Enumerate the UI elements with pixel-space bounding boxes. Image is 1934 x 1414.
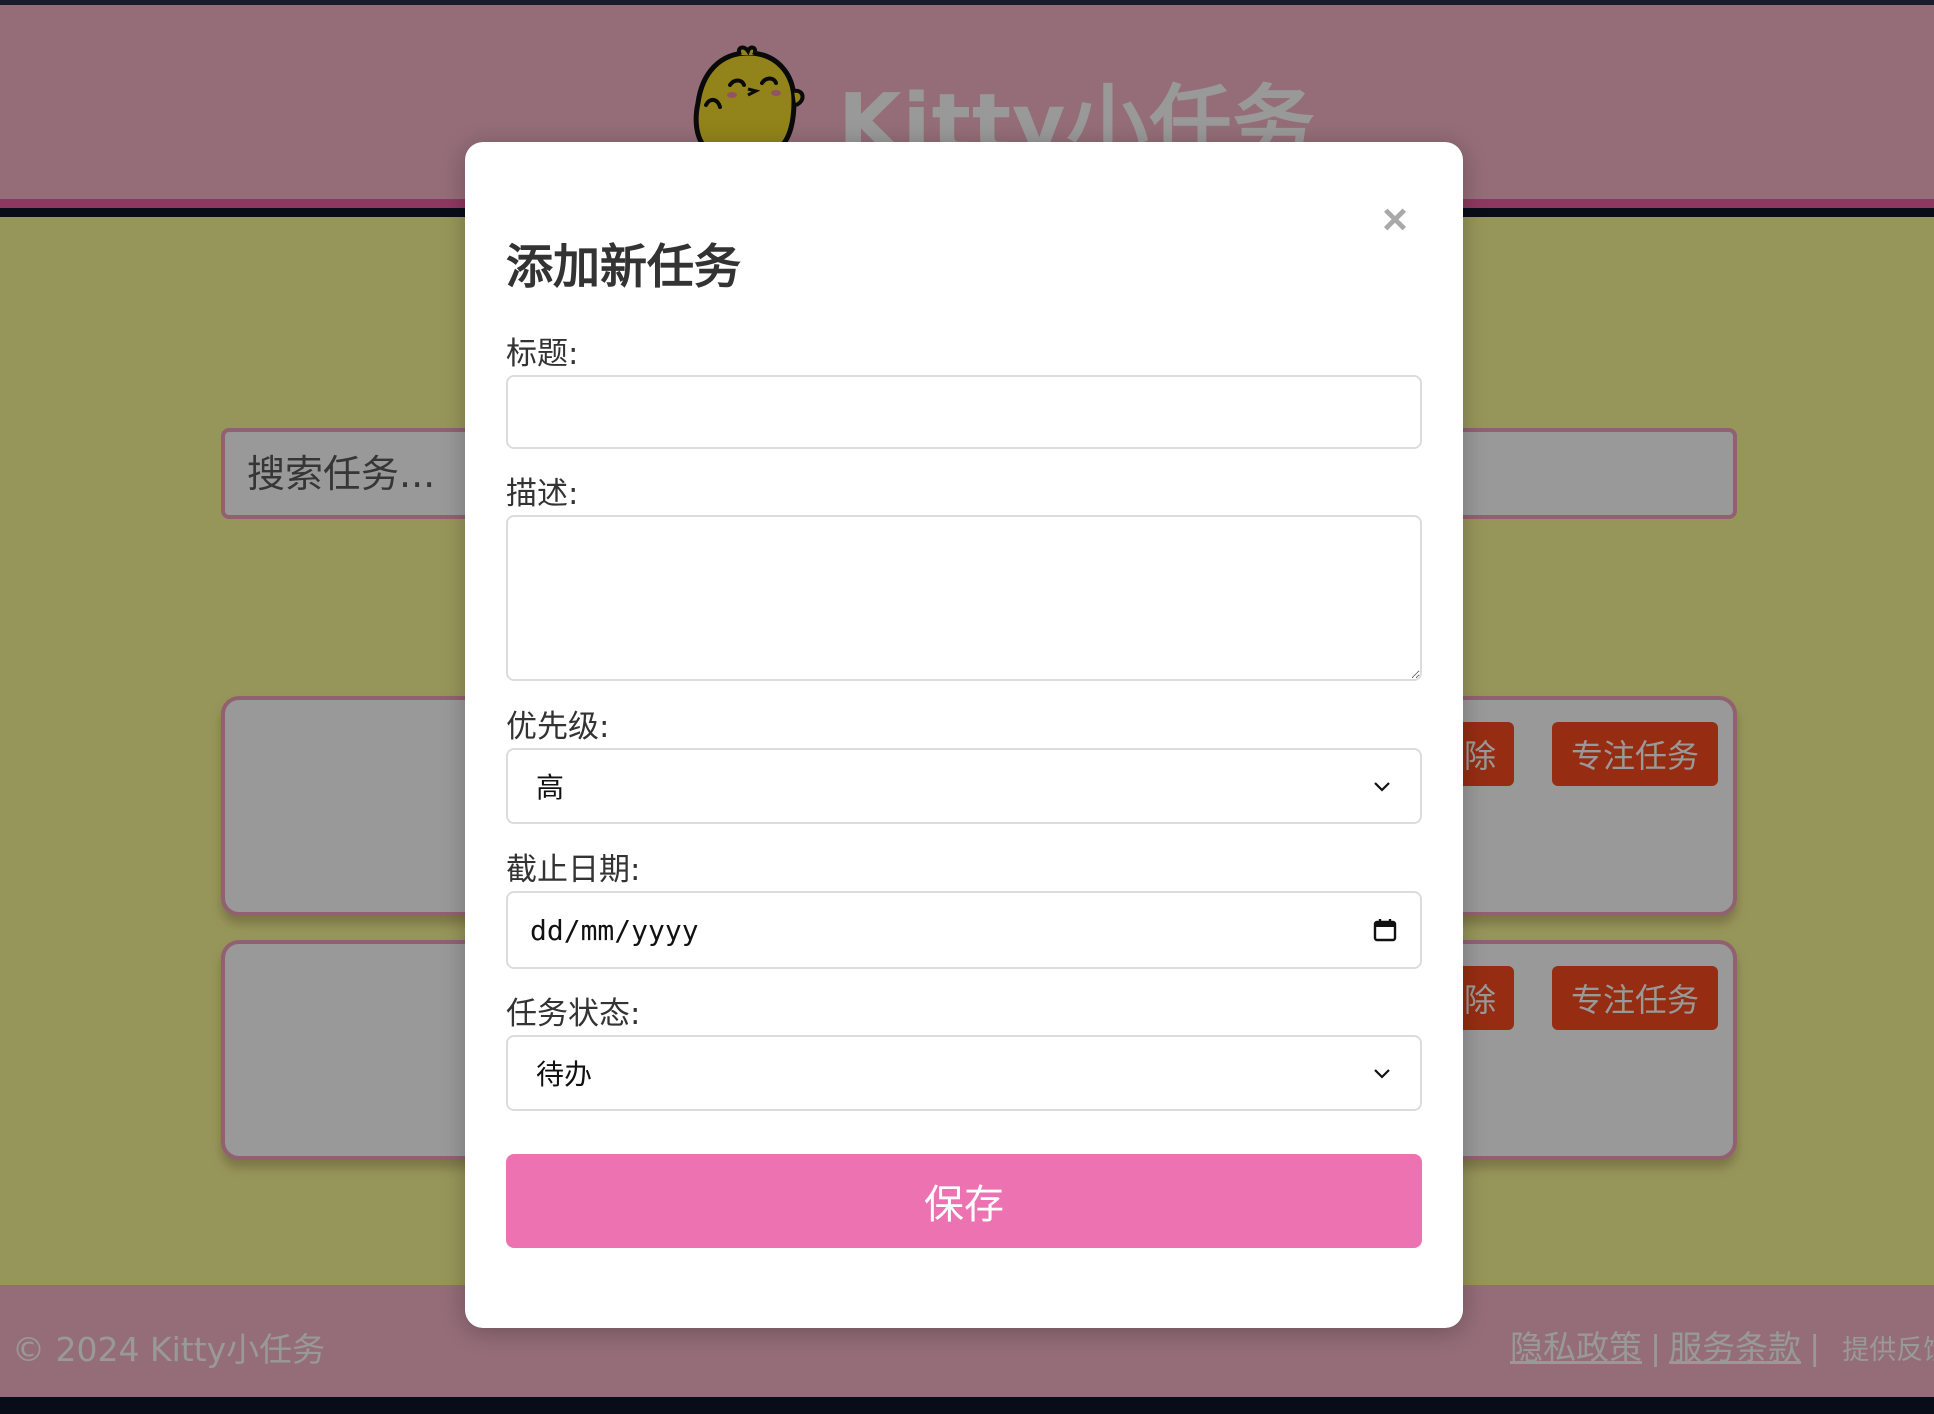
- description-label: 描述:: [506, 476, 579, 512]
- close-icon[interactable]: ×: [1375, 198, 1415, 242]
- title-label: 标题:: [506, 336, 579, 372]
- calendar-icon[interactable]: [1372, 917, 1398, 943]
- status-label: 任务状态:: [506, 996, 641, 1032]
- priority-selected-value: 高: [536, 771, 565, 804]
- priority-label: 优先级:: [506, 709, 610, 745]
- description-textarea[interactable]: [506, 515, 1422, 681]
- title-input[interactable]: [506, 375, 1422, 449]
- modal-title: 添加新任务: [506, 240, 741, 295]
- status-selected-value: 待办: [536, 1058, 593, 1091]
- status-select[interactable]: 待办: [506, 1035, 1422, 1111]
- priority-select[interactable]: 高: [506, 748, 1422, 824]
- save-button[interactable]: 保存: [506, 1154, 1422, 1248]
- due-date-placeholder: dd/mm/yyyy: [530, 913, 699, 947]
- due-date-input[interactable]: dd/mm/yyyy: [506, 891, 1422, 969]
- chevron-down-icon: [1374, 782, 1390, 792]
- add-task-modal: × 添加新任务 标题: 描述: 优先级: 高 截止日期: dd/mm/yyyy …: [465, 142, 1463, 1328]
- chevron-down-icon: [1374, 1069, 1390, 1079]
- due-date-label: 截止日期:: [506, 852, 641, 888]
